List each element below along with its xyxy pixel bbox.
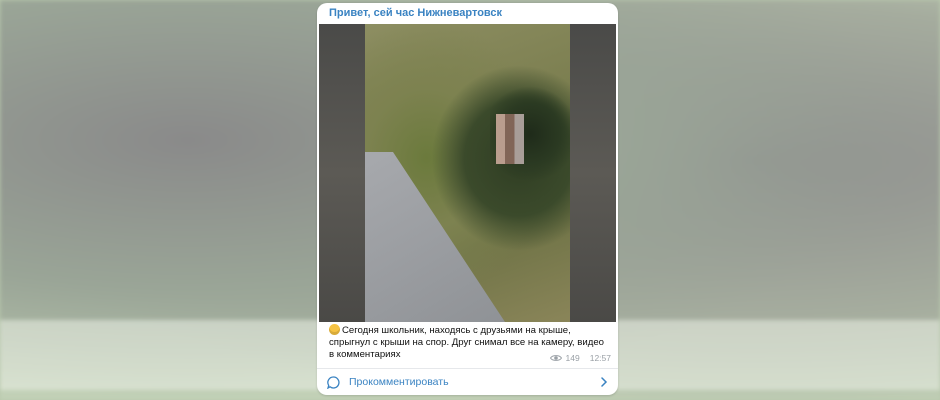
comment-button[interactable]: Прокомментировать bbox=[317, 369, 618, 395]
eye-icon bbox=[549, 355, 562, 361]
post-time: 12:57 bbox=[589, 353, 611, 363]
video-frame bbox=[365, 24, 570, 322]
view-count: 149 bbox=[565, 353, 580, 363]
video-road-area bbox=[365, 152, 505, 322]
comment-button-label: Прокомментировать bbox=[349, 376, 449, 388]
face-screaming-emoji-icon bbox=[329, 324, 340, 335]
post-meta: 149 12:57 bbox=[549, 353, 611, 363]
comment-bubble-icon bbox=[327, 375, 340, 389]
video-preview[interactable] bbox=[319, 24, 616, 322]
channel-post-card: Привет, сей час Нижневартовск Сегодня шк… bbox=[317, 3, 618, 395]
chevron-right-icon bbox=[601, 377, 608, 387]
video-right-bar bbox=[570, 24, 616, 322]
censored-blur bbox=[496, 114, 524, 164]
video-left-bar bbox=[319, 24, 365, 322]
